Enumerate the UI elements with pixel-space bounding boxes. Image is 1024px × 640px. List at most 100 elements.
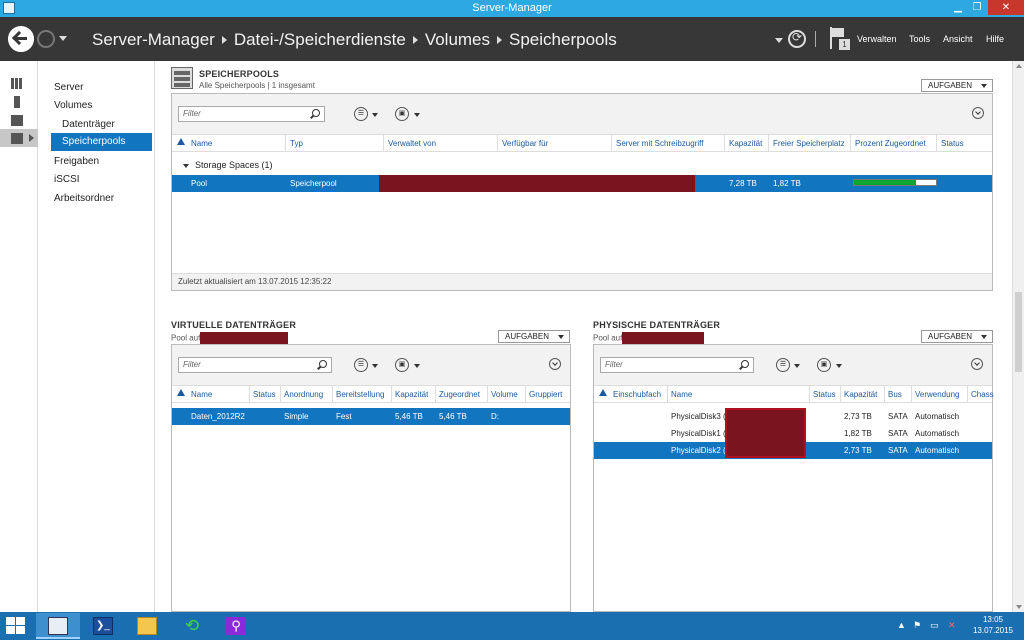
- col-name[interactable]: Name: [191, 139, 212, 148]
- col-read-write-server[interactable]: Server mit Schreibzugriff: [616, 139, 703, 148]
- col-slot[interactable]: Einschubfach: [613, 390, 661, 399]
- all-servers-icon[interactable]: [11, 115, 23, 126]
- local-server-icon[interactable]: [14, 96, 20, 108]
- col-type[interactable]: Typ: [290, 139, 303, 148]
- tray-flag-icon[interactable]: ⚑: [913, 620, 921, 631]
- col-status[interactable]: Status: [813, 390, 836, 399]
- col-chassis[interactable]: Chass: [971, 390, 994, 399]
- col-status[interactable]: Status: [253, 390, 276, 399]
- col-capacity[interactable]: Kapazität: [395, 390, 428, 399]
- taskbar-explorer[interactable]: [125, 613, 169, 639]
- taskbar-sync-app[interactable]: ⟲: [170, 613, 214, 639]
- table-row[interactable]: Daten_2012R2 Simple Fest 5,46 TB 5,46 TB…: [172, 408, 570, 425]
- col-usage[interactable]: Verwendung: [915, 390, 959, 399]
- minimize-button[interactable]: ▁: [948, 0, 968, 15]
- list-options-icon[interactable]: ☰: [354, 358, 368, 372]
- menu-view[interactable]: Ansicht: [943, 34, 973, 44]
- col-volume[interactable]: Volume: [491, 390, 518, 399]
- expand-collapse-icon[interactable]: [971, 358, 983, 370]
- search-icon[interactable]: [312, 109, 320, 117]
- chevron-down-icon[interactable]: [372, 113, 378, 117]
- chevron-down-icon[interactable]: [372, 364, 378, 368]
- refresh-icon[interactable]: [788, 30, 806, 48]
- tray-network-icon[interactable]: ▭: [930, 620, 939, 631]
- col-clustered[interactable]: Gruppiert: [529, 390, 562, 399]
- scroll-down-icon[interactable]: [1016, 605, 1022, 609]
- save-query-icon[interactable]: ▣: [817, 358, 831, 372]
- breadcrumb-item[interactable]: Speicherpools: [509, 30, 617, 49]
- list-options-icon[interactable]: ☰: [354, 107, 368, 121]
- back-arrow-icon[interactable]: [8, 26, 34, 52]
- scroll-thumb[interactable]: [1015, 292, 1022, 372]
- save-query-icon[interactable]: ▣: [395, 107, 409, 121]
- header-dropdown-icon[interactable]: [775, 38, 783, 43]
- col-capacity[interactable]: Kapazität: [844, 390, 877, 399]
- maximize-button[interactable]: ❐: [967, 0, 987, 15]
- chevron-down-icon[interactable]: [414, 113, 420, 117]
- tasks-label: AUFGABEN: [928, 332, 973, 341]
- col-allocated[interactable]: Zugeordnet: [439, 390, 480, 399]
- scroll-up-icon[interactable]: [1016, 64, 1022, 68]
- taskbar-clock[interactable]: 13:05 13.07.2015: [968, 614, 1018, 636]
- history-dropdown-icon[interactable]: [59, 36, 67, 41]
- chevron-down-icon[interactable]: [794, 364, 800, 368]
- breadcrumb-item[interactable]: Server-Manager: [92, 30, 215, 49]
- pdisk-bus: SATA: [888, 429, 908, 438]
- chevron-down-icon[interactable]: [836, 364, 842, 368]
- table-row[interactable]: Pool Speicherpool 7,28 TB 1,82 TB: [172, 175, 992, 192]
- breadcrumb-item[interactable]: Volumes: [425, 30, 490, 49]
- vdisks-tasks-button[interactable]: AUFGABEN: [498, 330, 570, 343]
- collapse-triangle-icon[interactable]: [183, 163, 189, 168]
- col-capacity[interactable]: Kapazität: [729, 139, 762, 148]
- search-icon[interactable]: [741, 360, 749, 368]
- col-bus[interactable]: Bus: [888, 390, 902, 399]
- breadcrumb-item[interactable]: Datei-/Speicherdienste: [234, 30, 406, 49]
- search-icon[interactable]: [319, 360, 327, 368]
- col-free-space[interactable]: Freier Speicherplatz: [773, 139, 845, 148]
- nav-item-speicherpools[interactable]: Speicherpools: [51, 133, 152, 151]
- save-query-icon[interactable]: ▣: [395, 358, 409, 372]
- pools-filter-input[interactable]: Filter: [178, 106, 325, 122]
- nav-item-freigaben[interactable]: Freigaben: [54, 156, 99, 167]
- nav-item-arbeitsordner[interactable]: Arbeitsordner: [54, 193, 114, 204]
- pools-group-header[interactable]: Storage Spaces (1): [183, 160, 273, 170]
- vdisks-filter-input[interactable]: Filter: [178, 357, 332, 373]
- menu-tools[interactable]: Tools: [909, 34, 930, 44]
- col-layout[interactable]: Anordnung: [284, 390, 323, 399]
- progress-fill: [854, 180, 916, 185]
- expand-collapse-icon[interactable]: [549, 358, 561, 370]
- tray-volume-muted-icon[interactable]: ✕: [948, 620, 956, 631]
- col-percent-allocated[interactable]: Prozent Zugeordnet: [855, 139, 926, 148]
- col-available-to[interactable]: Verfügbar für: [502, 139, 548, 148]
- taskbar-server-manager[interactable]: [36, 613, 80, 639]
- pdisks-tasks-button[interactable]: AUFGABEN: [921, 330, 993, 343]
- notifications-flag-icon[interactable]: 1: [830, 27, 852, 51]
- nav-item-server[interactable]: Server: [54, 82, 83, 93]
- taskbar-powershell[interactable]: ❯_: [81, 613, 125, 639]
- col-managed-by[interactable]: Verwaltet von: [388, 139, 436, 148]
- windows-start-icon[interactable]: [6, 617, 26, 635]
- nav-item-iscsi[interactable]: iSCSI: [54, 174, 80, 185]
- file-storage-icon[interactable]: [11, 133, 23, 144]
- forward-arrow-icon[interactable]: [37, 30, 55, 48]
- pools-tasks-button[interactable]: AUFGABEN: [921, 79, 993, 92]
- tray-show-hidden-icon[interactable]: ▲: [897, 620, 906, 630]
- chevron-down-icon[interactable]: [414, 364, 420, 368]
- pdisks-filter-input[interactable]: Filter: [600, 357, 754, 373]
- menu-help[interactable]: Hilfe: [986, 34, 1004, 44]
- tasks-label: AUFGABEN: [505, 332, 550, 341]
- vertical-scrollbar[interactable]: [1012, 61, 1024, 612]
- col-provisioning[interactable]: Bereitstellung: [336, 390, 384, 399]
- nav-item-datentraeger[interactable]: Datenträger: [62, 119, 115, 130]
- col-name[interactable]: Name: [191, 390, 212, 399]
- col-status[interactable]: Status: [941, 139, 964, 148]
- list-options-icon[interactable]: ☰: [776, 358, 790, 372]
- close-button[interactable]: ✕: [988, 0, 1024, 15]
- taskbar-search-app[interactable]: ⚲: [214, 613, 258, 639]
- pdisk-usage: Automatisch: [915, 412, 960, 421]
- col-name[interactable]: Name: [671, 390, 692, 399]
- menu-manage[interactable]: Verwalten: [857, 34, 897, 44]
- expand-collapse-icon[interactable]: [972, 107, 984, 119]
- nav-item-volumes[interactable]: Volumes: [54, 100, 92, 111]
- dashboard-icon[interactable]: [11, 78, 23, 89]
